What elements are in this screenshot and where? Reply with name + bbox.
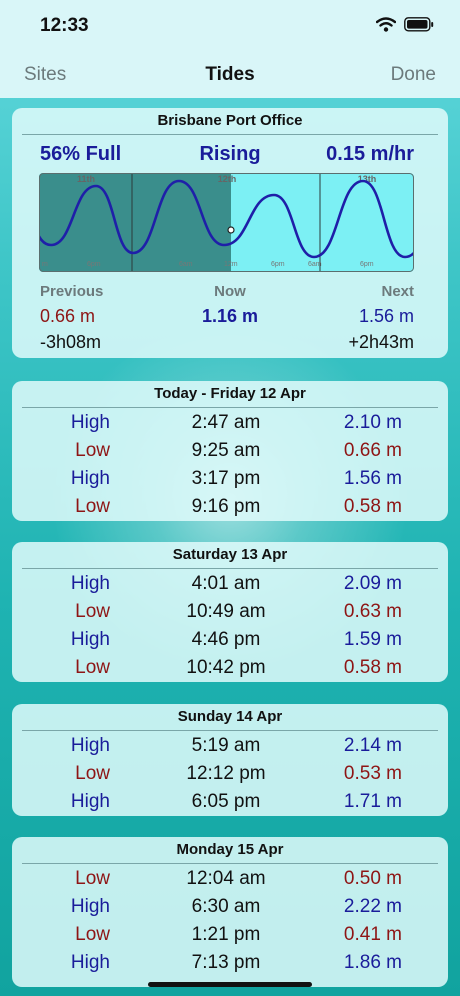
tide-row: High 4:46 pm 1.59 m: [12, 625, 448, 653]
tide-row: High 3:17 pm 1.56 m: [12, 464, 448, 492]
next-label: Next: [381, 283, 414, 300]
tick-label: 6pm: [87, 261, 101, 268]
status-bar: 12:33: [0, 0, 460, 50]
summary-card: Brisbane Port Office 56% Full Rising 0.1…: [12, 108, 448, 358]
tick-label: 6am: [308, 261, 322, 268]
tide-row: High 6:30 am 2.22 m: [12, 892, 448, 920]
day-card: Saturday 13 Apr High 4:01 am 2.09 m Low 10:…: [12, 542, 448, 682]
tide-row: Low 12:04 am 0.50 m: [12, 864, 448, 892]
done-button[interactable]: Done: [391, 64, 436, 86]
tick-label: 6am: [179, 261, 193, 268]
tide-height: 0.53 m: [343, 763, 402, 784]
now-marker: [227, 226, 235, 234]
tick-label: 6pm: [271, 261, 285, 268]
tide-height: 2.10 m: [343, 412, 402, 433]
tide-height: 1.59 m: [343, 629, 402, 650]
day-card: Sunday 14 Apr High 5:19 am 2.14 m Low 12:12…: [12, 704, 448, 816]
wifi-icon: [375, 17, 397, 37]
day-title: Sunday 14 Apr: [177, 708, 283, 725]
home-indicator[interactable]: [148, 982, 312, 987]
day-label: 11th: [77, 174, 95, 184]
status-time: 12:33: [40, 15, 89, 36]
tide-height: 0.58 m: [343, 657, 402, 678]
tide-row: Low 10:49 am 0.63 m: [12, 597, 448, 625]
tide-row: High 4:01 am 2.09 m: [12, 569, 448, 597]
tide-height: 2.09 m: [343, 573, 402, 594]
day-title: Monday 15 Apr: [176, 841, 284, 858]
summary-line: 56% Full Rising 0.15 m/hr: [12, 135, 448, 169]
day-label: 12th: [218, 174, 237, 184]
day-card: Monday 15 Apr Low 12:04 am 0.50 m High 6:30…: [12, 837, 448, 987]
tide-chart[interactable]: 11th 12th 13th m 6pm 6am 12m 6pm 6am 6pm: [39, 173, 414, 272]
day-title: Saturday 13 Apr: [172, 546, 288, 563]
tide-rate: 0.15 m/hr: [326, 143, 414, 165]
navigation-bar: Sites Tides Done: [0, 50, 460, 98]
tick-label: 6pm: [360, 261, 374, 268]
tide-row: Low 9:16 pm 0.58 m: [12, 492, 448, 520]
tide-height: 1.86 m: [343, 952, 402, 973]
next-height: 1.56 m: [358, 306, 414, 326]
tide-row: Low 10:42 pm 0.58 m: [12, 653, 448, 681]
tick-label: m: [42, 261, 48, 268]
tick-label: 12m: [224, 261, 238, 268]
tide-row: Low 9:25 am 0.66 m: [12, 436, 448, 464]
tide-row: High 2:47 am 2.10 m: [12, 408, 448, 436]
tide-chart-svg: 11th 12th 13th m 6pm 6am 12m 6pm 6am 6pm: [39, 173, 414, 272]
tide-height: 0.63 m: [343, 601, 402, 622]
day-card: Today - Friday 12 Apr High 2:47 am 2.10 m …: [12, 381, 448, 521]
tide-row: High 5:19 am 2.14 m: [12, 731, 448, 759]
next-offset: +2h43m: [348, 332, 414, 352]
station-name: Brisbane Port Office: [157, 112, 303, 129]
tide-height: 1.56 m: [343, 468, 402, 489]
past-shade: [39, 173, 231, 272]
previous-offset: -3h08m: [40, 332, 102, 352]
day-title: Today - Friday 12 Apr: [154, 385, 306, 402]
tide-row: Low 12:12 pm 0.53 m: [12, 759, 448, 787]
tide-row: Low 1:21 pm 0.41 m: [12, 920, 448, 948]
battery-icon: [404, 17, 434, 37]
tide-height: 0.66 m: [343, 440, 402, 461]
tide-height: 2.22 m: [343, 896, 402, 917]
status-icons: [375, 17, 434, 37]
tide-height: 0.41 m: [343, 924, 402, 945]
tide-height: 0.58 m: [343, 496, 402, 517]
tide-height: 0.50 m: [343, 868, 402, 889]
tide-height: 1.71 m: [343, 791, 402, 812]
tide-height: 2.14 m: [343, 735, 402, 756]
tide-row: High 7:13 pm 1.86 m: [12, 948, 448, 976]
tide-row: High 6:05 pm 1.71 m: [12, 787, 448, 815]
